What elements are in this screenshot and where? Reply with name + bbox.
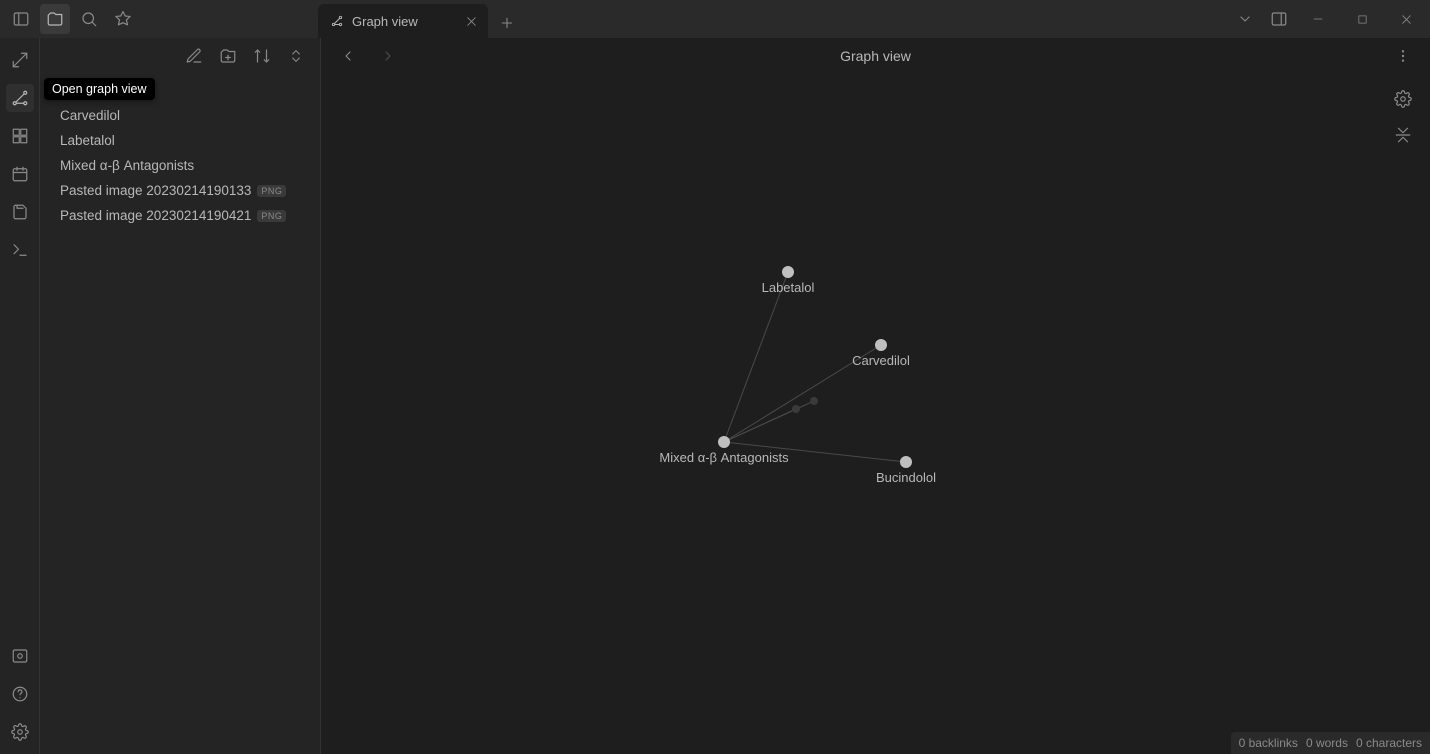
graph-view-icon[interactable] (6, 84, 34, 112)
sort-icon[interactable] (250, 44, 274, 68)
graph-node[interactable] (900, 456, 912, 468)
graph-filter-icon[interactable] (1390, 122, 1416, 148)
graph-node-label: Bucindolol (876, 470, 936, 485)
file-item[interactable]: Pasted image 20230214190421 PNG (40, 203, 320, 228)
file-item-name: Pasted image 20230214190133 (60, 183, 251, 198)
left-sidebar-toggle[interactable] (6, 4, 36, 34)
view-more-icon[interactable] (1388, 41, 1418, 71)
tab-close-icon[interactable] (465, 15, 478, 28)
view-title: Graph view (321, 48, 1430, 64)
file-item[interactable]: Mixed α-β Antagonists (40, 153, 320, 178)
templates-icon[interactable] (6, 198, 34, 226)
window-minimize[interactable] (1298, 4, 1338, 34)
file-item-name: Pasted image 20230214190421 (60, 208, 251, 223)
command-palette-icon[interactable] (6, 236, 34, 264)
bookmarks-tab-icon[interactable] (108, 4, 138, 34)
graph-node[interactable] (782, 266, 794, 278)
graph-node-label: Mixed α-β Antagonists (659, 450, 789, 465)
file-badge: PNG (257, 185, 286, 197)
tab-dropdown-icon[interactable] (1230, 4, 1260, 34)
files-tab-icon[interactable] (40, 4, 70, 34)
graph-node[interactable] (718, 436, 730, 448)
vault-icon[interactable] (6, 642, 34, 670)
tab-title: Graph view (352, 14, 418, 29)
new-folder-icon[interactable] (216, 44, 240, 68)
search-tab-icon[interactable] (74, 4, 104, 34)
status-characters[interactable]: 0 characters (1356, 736, 1422, 750)
graph-icon (330, 14, 344, 28)
daily-note-icon[interactable] (6, 160, 34, 188)
file-item-name: Labetalol (60, 133, 115, 148)
status-bar: 0 backlinks 0 words 0 characters (1231, 732, 1430, 754)
graph-edge (724, 272, 788, 442)
file-item-name: Carvedilol (60, 108, 120, 123)
status-words[interactable]: 0 words (1306, 736, 1348, 750)
file-explorer: BucindololCarvedilolLabetalolMixed α-β A… (40, 38, 321, 754)
tab-strip: Graph view (318, 0, 522, 38)
graph-node[interactable] (875, 339, 887, 351)
tab-graph-view[interactable]: Graph view (318, 4, 488, 38)
canvas-icon[interactable] (6, 122, 34, 150)
right-sidebar-toggle[interactable] (1264, 4, 1294, 34)
graph-node-label: Carvedilol (852, 353, 910, 368)
new-tab-button[interactable] (492, 8, 522, 38)
graph-node-label: Labetalol (762, 280, 815, 295)
left-ribbon (0, 38, 40, 754)
window-close[interactable] (1386, 4, 1426, 34)
graph-node-unresolved[interactable] (810, 397, 818, 405)
graph-node-unresolved[interactable] (792, 405, 800, 413)
file-item[interactable]: Carvedilol (40, 103, 320, 128)
new-note-icon[interactable] (182, 44, 206, 68)
file-item[interactable]: Labetalol (40, 128, 320, 153)
nav-back-icon[interactable] (333, 41, 363, 71)
titlebar: Graph view (0, 0, 1430, 38)
quick-switcher-icon[interactable] (6, 46, 34, 74)
help-icon[interactable] (6, 680, 34, 708)
collapse-icon[interactable] (284, 44, 308, 68)
graph-canvas[interactable]: Labetalol Carvedilol Mixed α-β Antagonists… (321, 74, 1430, 754)
window-maximize[interactable] (1342, 4, 1382, 34)
file-item-name: Mixed α-β Antagonists (60, 158, 194, 173)
nav-forward-icon[interactable] (373, 41, 403, 71)
graph-settings-icon[interactable] (1390, 86, 1416, 112)
main-view: Graph view Labetalol Carvedilol Mixed α-β … (321, 38, 1430, 754)
file-item[interactable]: Pasted image 20230214190133 PNG (40, 178, 320, 203)
file-badge: PNG (257, 210, 286, 222)
tooltip-open-graph: Open graph view (44, 78, 155, 100)
settings-icon[interactable] (6, 718, 34, 746)
status-backlinks[interactable]: 0 backlinks (1239, 736, 1298, 750)
